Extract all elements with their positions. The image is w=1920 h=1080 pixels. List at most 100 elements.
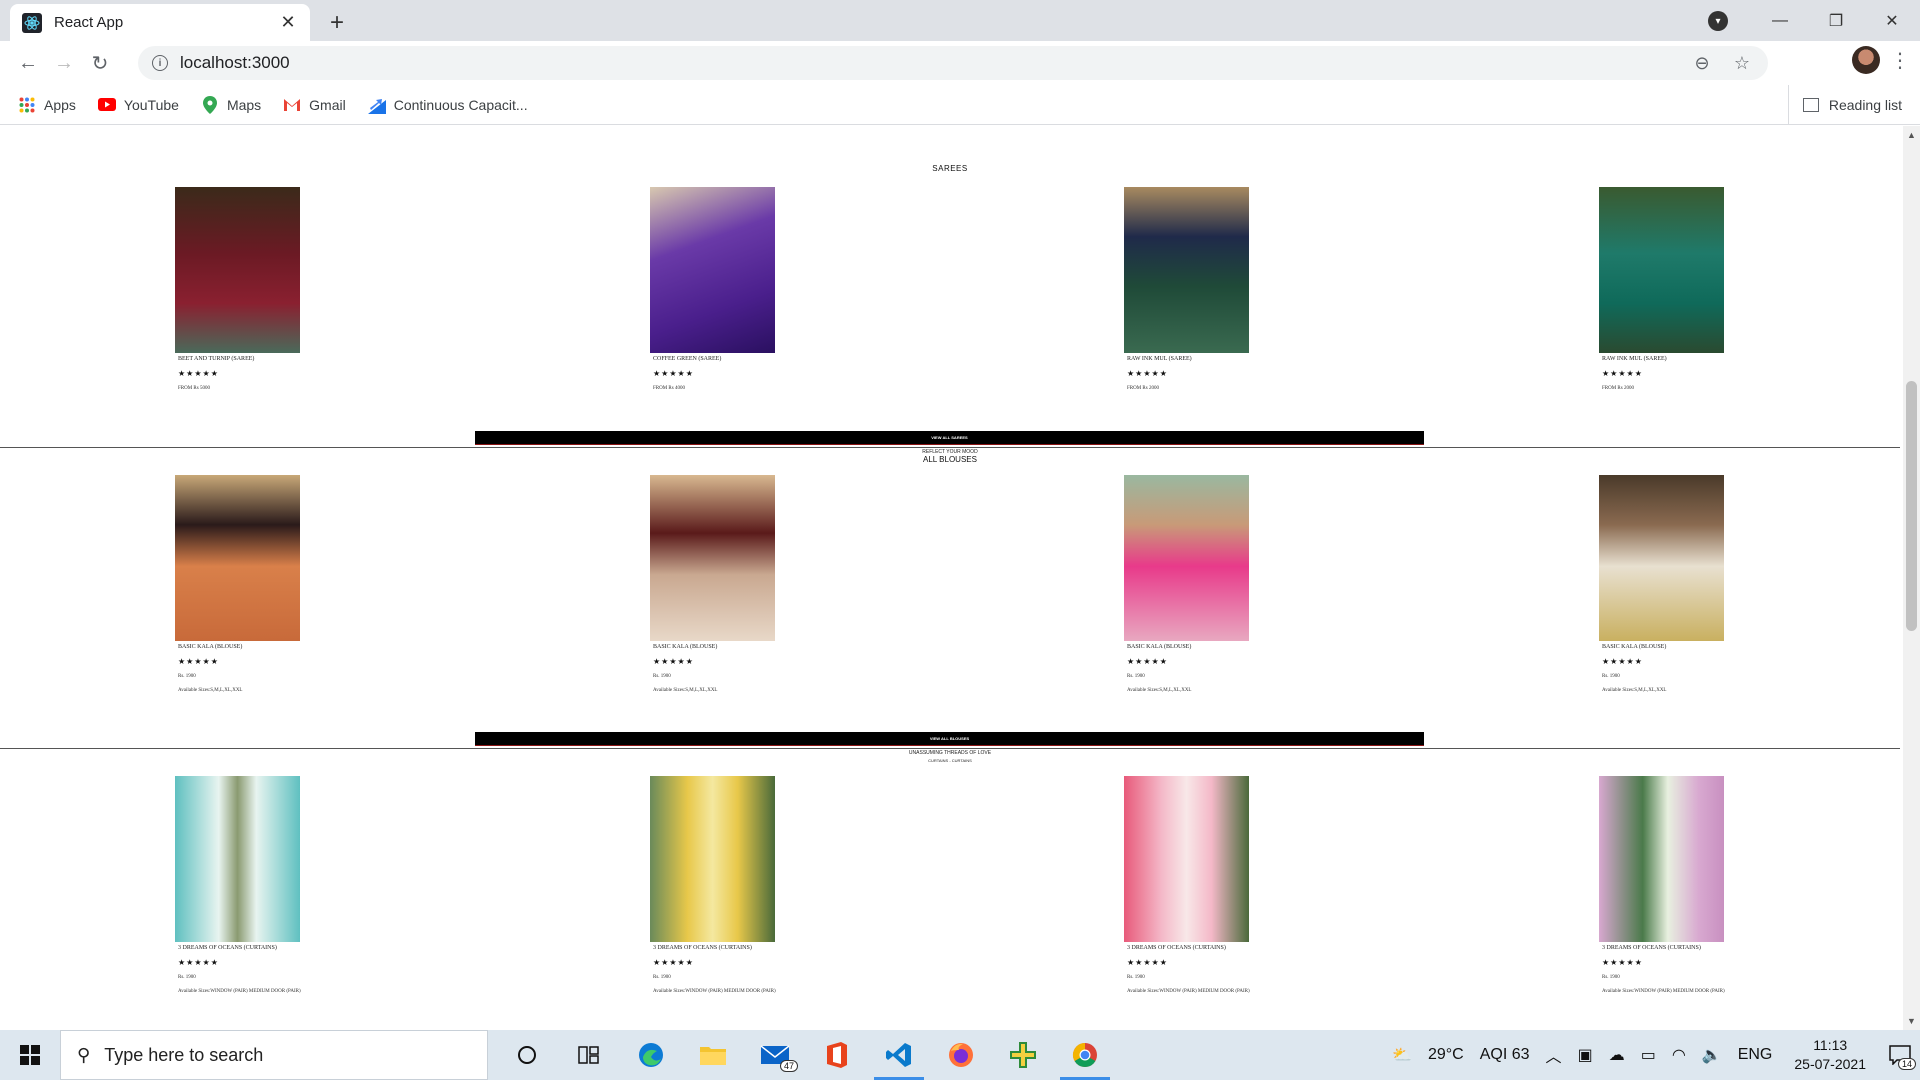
- product-image[interactable]: [1124, 776, 1249, 942]
- zoom-icon[interactable]: ⊖: [1690, 53, 1714, 74]
- product-rating: ★★★★★: [1602, 369, 1643, 378]
- meet-now-icon[interactable]: ▣: [1578, 1045, 1593, 1065]
- product-card[interactable]: BEET AND TURNIP (SAREE) ★★★★★ FROM Rs 50…: [175, 187, 405, 391]
- network-sync-icon[interactable]: ☁: [1609, 1045, 1625, 1065]
- close-tab-icon[interactable]: ✕: [278, 12, 298, 33]
- youtube-icon: [97, 96, 116, 114]
- reading-list[interactable]: Reading list: [1787, 85, 1902, 125]
- office-icon[interactable]: [806, 1030, 868, 1080]
- new-tab-icon[interactable]: +: [325, 9, 349, 37]
- chrome-icon[interactable]: [1054, 1030, 1116, 1080]
- weather-temp[interactable]: 29°C: [1428, 1046, 1464, 1064]
- bookmark-continuous-capacity[interactable]: Continuous Capacit...: [367, 96, 528, 114]
- product-image[interactable]: [650, 475, 775, 641]
- product-rating: ★★★★★: [653, 369, 694, 378]
- scroll-thumb[interactable]: [1906, 381, 1917, 631]
- notification-center-icon[interactable]: 14: [1880, 1030, 1920, 1080]
- bookmark-label: Gmail: [309, 96, 346, 113]
- product-card[interactable]: 3 DREAMS OF OCEANS (CURTAINS) ★★★★★ Rs. …: [650, 776, 880, 995]
- taskbar-search[interactable]: ⚲ Type here to search: [60, 1030, 488, 1080]
- product-sizes: Available Sizes:WINDOW (PAIR) MEDIUM DOO…: [1602, 989, 1725, 994]
- menu-icon[interactable]: ⋮: [1890, 48, 1910, 73]
- url-text[interactable]: localhost:3000: [180, 53, 1674, 73]
- bookmark-label: YouTube: [123, 96, 179, 113]
- product-card[interactable]: 3 DREAMS OF OCEANS (CURTAINS) ★★★★★ Rs. …: [1599, 776, 1829, 995]
- weather-icon[interactable]: ⛅: [1392, 1045, 1412, 1065]
- cortana-icon[interactable]: [496, 1030, 558, 1080]
- back-icon[interactable]: ←: [10, 45, 46, 81]
- reload-icon[interactable]: ↻: [82, 45, 118, 81]
- battery-icon[interactable]: ▭: [1641, 1045, 1656, 1065]
- vertical-scrollbar[interactable]: ▲ ▼: [1903, 126, 1920, 1030]
- react-icon: [22, 12, 42, 33]
- product-rating: ★★★★★: [1127, 958, 1168, 967]
- windows-start-button[interactable]: [0, 1030, 60, 1080]
- tab-react-app[interactable]: React App ✕: [10, 4, 310, 41]
- product-image[interactable]: [1599, 187, 1724, 353]
- product-card[interactable]: RAW INK MUL (SAREE) ★★★★★ FROM Rs 2000: [1599, 187, 1829, 391]
- product-card[interactable]: 3 DREAMS OF OCEANS (CURTAINS) ★★★★★ Rs. …: [1124, 776, 1354, 995]
- product-rating: ★★★★★: [653, 958, 694, 967]
- product-image[interactable]: [175, 475, 300, 641]
- blouses-section-title: ALL BLOUSES: [923, 455, 977, 464]
- product-card[interactable]: BASIC KALA (BLOUSE) ★★★★★ Rs. 1900 Avail…: [1124, 475, 1354, 694]
- product-card[interactable]: RAW INK MUL (SAREE) ★★★★★ FROM Rs 2000: [1124, 187, 1354, 391]
- bookmark-apps[interactable]: Apps: [18, 96, 76, 114]
- weather-aqi[interactable]: AQI 63: [1480, 1046, 1530, 1064]
- bookmark-star-icon[interactable]: ☆: [1730, 53, 1754, 74]
- product-image[interactable]: [175, 776, 300, 942]
- product-price: Rs. 1900: [1127, 975, 1145, 980]
- profile-avatar[interactable]: [1852, 46, 1880, 74]
- product-name: 3 DREAMS OF OCEANS (CURTAINS): [178, 945, 277, 951]
- vscode-icon[interactable]: [868, 1030, 930, 1080]
- product-price: Rs. 1900: [653, 975, 671, 980]
- product-price: FROM Rs 2000: [1602, 386, 1634, 391]
- curtains-section-title: CURTAINS - CURTAINS: [928, 758, 972, 763]
- view-all-sarees-button[interactable]: VIEW ALL SAREES: [475, 431, 1424, 445]
- product-image[interactable]: [1124, 187, 1249, 353]
- product-image[interactable]: [175, 187, 300, 353]
- product-card[interactable]: BASIC KALA (BLOUSE) ★★★★★ Rs. 1900 Avail…: [1599, 475, 1829, 694]
- clock-time: 11:13: [1813, 1037, 1848, 1053]
- bookmark-maps[interactable]: Maps: [201, 95, 261, 114]
- file-explorer-icon[interactable]: [682, 1030, 744, 1080]
- chevron-up-icon[interactable]: ︿: [1546, 1043, 1562, 1067]
- scroll-down-icon[interactable]: ▼: [1903, 1016, 1920, 1026]
- product-price: Rs. 1900: [178, 674, 196, 679]
- product-image[interactable]: [1599, 776, 1724, 942]
- product-card[interactable]: COFFEE GREEN (SAREE) ★★★★★ FROM Rs 4000: [650, 187, 880, 391]
- edge-icon[interactable]: [620, 1030, 682, 1080]
- address-bar[interactable]: i localhost:3000 ⊖ ☆: [138, 46, 1768, 80]
- product-card[interactable]: BASIC KALA (BLOUSE) ★★★★★ Rs. 1900 Avail…: [650, 475, 880, 694]
- view-all-blouses-button[interactable]: VIEW ALL BLOUSES: [475, 732, 1424, 746]
- forward-icon[interactable]: →: [46, 45, 82, 81]
- product-rating: ★★★★★: [178, 657, 219, 666]
- maps-pin-icon: [201, 95, 219, 114]
- bookmark-gmail[interactable]: Gmail: [283, 96, 346, 114]
- product-image[interactable]: [650, 187, 775, 353]
- product-sizes: Available Sizes:WINDOW (PAIR) MEDIUM DOO…: [178, 989, 301, 994]
- tab-search-icon[interactable]: ▾: [1708, 11, 1728, 31]
- firefox-icon[interactable]: [930, 1030, 992, 1080]
- product-image[interactable]: [1124, 475, 1249, 641]
- product-image[interactable]: [650, 776, 775, 942]
- product-rating: ★★★★★: [1127, 369, 1168, 378]
- mail-icon[interactable]: 47: [744, 1030, 806, 1080]
- game-app-icon[interactable]: [992, 1030, 1054, 1080]
- product-card[interactable]: BASIC KALA (BLOUSE) ★★★★★ Rs. 1900 Avail…: [175, 475, 405, 694]
- notification-badge: 14: [1897, 1058, 1916, 1070]
- product-image[interactable]: [1599, 475, 1724, 641]
- minimize-icon[interactable]: —: [1752, 12, 1808, 30]
- scroll-up-icon[interactable]: ▲: [1903, 130, 1920, 140]
- product-card[interactable]: 3 DREAMS OF OCEANS (CURTAINS) ★★★★★ Rs. …: [175, 776, 405, 995]
- search-placeholder: Type here to search: [104, 1044, 264, 1065]
- info-icon[interactable]: i: [152, 55, 168, 71]
- restore-icon[interactable]: ❐: [1808, 11, 1864, 31]
- close-window-icon[interactable]: ✕: [1864, 11, 1920, 31]
- clock[interactable]: 11:13 25-07-2021: [1794, 1036, 1866, 1074]
- language-indicator[interactable]: ENG: [1738, 1046, 1773, 1064]
- volume-icon[interactable]: 🔈: [1702, 1045, 1722, 1065]
- bookmark-youtube[interactable]: YouTube: [97, 96, 179, 114]
- wifi-icon[interactable]: ◠: [1672, 1045, 1686, 1065]
- task-view-icon[interactable]: [558, 1030, 620, 1080]
